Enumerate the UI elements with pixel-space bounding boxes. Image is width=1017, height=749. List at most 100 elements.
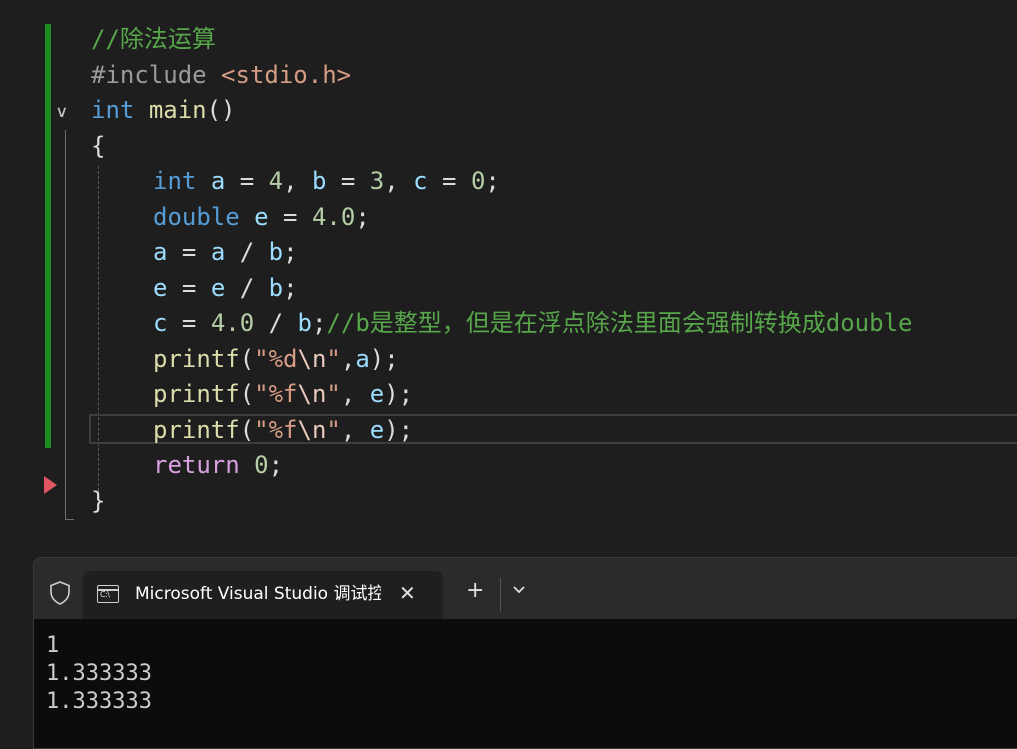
code-line-4[interactable]: { (91, 129, 912, 165)
keyword: int (153, 167, 197, 195)
number-literal: 0 (470, 167, 486, 195)
operator: = (167, 238, 211, 266)
operator: = (427, 167, 471, 195)
cmd-icon: C:\ (97, 585, 119, 603)
punctuation: ); (369, 344, 399, 373)
punctuation: ); (384, 380, 414, 408)
code-lines[interactable]: //除法运算 #include <stdio.h> int main() { i… (91, 22, 912, 519)
punctuation: , (340, 380, 370, 408)
variable: b (297, 309, 312, 337)
variable: e (369, 415, 385, 444)
preprocessor-directive: #include (91, 60, 207, 89)
punctuation: () (206, 96, 236, 124)
chevron-down-icon[interactable]: ∨ (56, 104, 68, 120)
code-line-10[interactable]: printf("%d\n",a); (91, 342, 912, 378)
semicolon: ; (311, 309, 327, 337)
operator: = (167, 273, 211, 302)
code-line-9[interactable]: c = 4.0 / b;//b是整型，但是在浮点除法里面会强制转换成double (91, 306, 912, 342)
variable: e (153, 273, 168, 302)
return-keyword: return (153, 451, 240, 479)
escape-sequence: \n (297, 415, 327, 444)
terminal-tab-bar: C:\ Microsoft Visual Studio 调试控制台 ✕ + (34, 558, 1017, 619)
semicolon: ; (268, 451, 284, 479)
semicolon: ; (283, 273, 298, 302)
code-line-6[interactable]: double e = 4.0; (91, 200, 912, 236)
keyword: double (153, 202, 240, 231)
output-line: 1.333333 (46, 689, 152, 714)
change-indicator-bar (45, 24, 51, 448)
close-icon[interactable]: ✕ (399, 580, 416, 606)
number-literal: 4.0 (311, 202, 356, 231)
function-name: printf (153, 415, 240, 444)
breakpoint-arrow-icon[interactable] (44, 476, 57, 494)
variable: a (210, 167, 226, 195)
operator: = (268, 202, 312, 231)
tab-divider (500, 578, 501, 612)
chevron-down-icon[interactable] (512, 582, 526, 596)
punctuation: ( (239, 380, 255, 408)
fold-guide-line (65, 130, 66, 520)
code-line-13[interactable]: return 0; (91, 448, 912, 484)
string-quote: " (326, 344, 341, 373)
shield-icon[interactable] (48, 580, 72, 606)
keyword: int (91, 96, 135, 124)
code-line-2[interactable]: #include <stdio.h> (91, 58, 912, 94)
variable: e (369, 380, 385, 408)
include-header: <stdio.h> (221, 60, 352, 89)
tab-title: Microsoft Visual Studio 调试控制台 (135, 584, 381, 604)
operator: = (326, 167, 370, 195)
operator: / (225, 238, 269, 266)
code-line-1[interactable]: //除法运算 (91, 22, 912, 58)
format-specifier: %f (268, 415, 298, 444)
function-name: main (148, 96, 207, 124)
function-name: printf (153, 380, 240, 408)
plus-icon[interactable]: + (466, 578, 484, 604)
code-editor[interactable]: ∨ //除法运算 #include <stdio.h> int main() {… (0, 0, 1017, 545)
debug-console-window[interactable]: C:\ Microsoft Visual Studio 调试控制台 ✕ + 1 … (33, 557, 1017, 749)
punctuation: , (340, 415, 370, 444)
punctuation: ( (239, 415, 255, 444)
number-literal: 4 (268, 167, 284, 195)
operator: / (225, 273, 269, 302)
variable: e (254, 202, 269, 231)
operator: / (254, 309, 298, 337)
close-brace: } (91, 486, 106, 515)
variable: c (413, 167, 428, 195)
comment: //b是整型，但是在浮点除法里面会强制转换成double (326, 309, 913, 337)
code-line-7[interactable]: a = a / b; (91, 235, 912, 271)
string-quote: " (326, 380, 341, 408)
semicolon: ; (355, 202, 370, 231)
code-line-8[interactable]: e = e / b; (91, 271, 912, 307)
tab-debug-console[interactable]: C:\ Microsoft Visual Studio 调试控制台 ✕ (83, 571, 443, 619)
code-line-5[interactable]: int a = 4, b = 3, c = 0; (91, 164, 912, 200)
variable: b (268, 273, 284, 302)
number-literal: 4.0 (210, 309, 255, 337)
terminal-output[interactable]: 1 1.333333 1.333333 (34, 619, 1017, 748)
punctuation: ); (384, 415, 414, 444)
fold-guide-end (65, 519, 74, 520)
string-quote: " (254, 415, 269, 444)
number-literal: 0 (254, 451, 269, 479)
cmd-icon-text: C:\ (100, 590, 110, 599)
output-line: 1.333333 (46, 661, 152, 686)
variable: a (153, 238, 168, 266)
string-quote: " (254, 380, 269, 408)
number-literal: 3 (369, 167, 385, 195)
variable: a (210, 238, 226, 266)
punctuation: , (283, 167, 312, 195)
output-line: 1 (46, 633, 60, 658)
variable: c (153, 309, 168, 337)
variable: b (311, 167, 327, 195)
code-line-14[interactable]: } (91, 484, 912, 520)
variable: b (268, 238, 284, 266)
code-line-11[interactable]: printf("%f\n", e); (91, 377, 912, 413)
variable: a (355, 344, 370, 373)
punctuation: , (340, 344, 356, 373)
semicolon: ; (283, 238, 298, 266)
escape-sequence: \n (297, 380, 327, 408)
variable: e (210, 273, 226, 302)
code-line-12[interactable]: printf("%f\n", e); (91, 413, 912, 449)
string-quote: " (254, 344, 269, 373)
code-line-3[interactable]: int main() (91, 93, 912, 129)
